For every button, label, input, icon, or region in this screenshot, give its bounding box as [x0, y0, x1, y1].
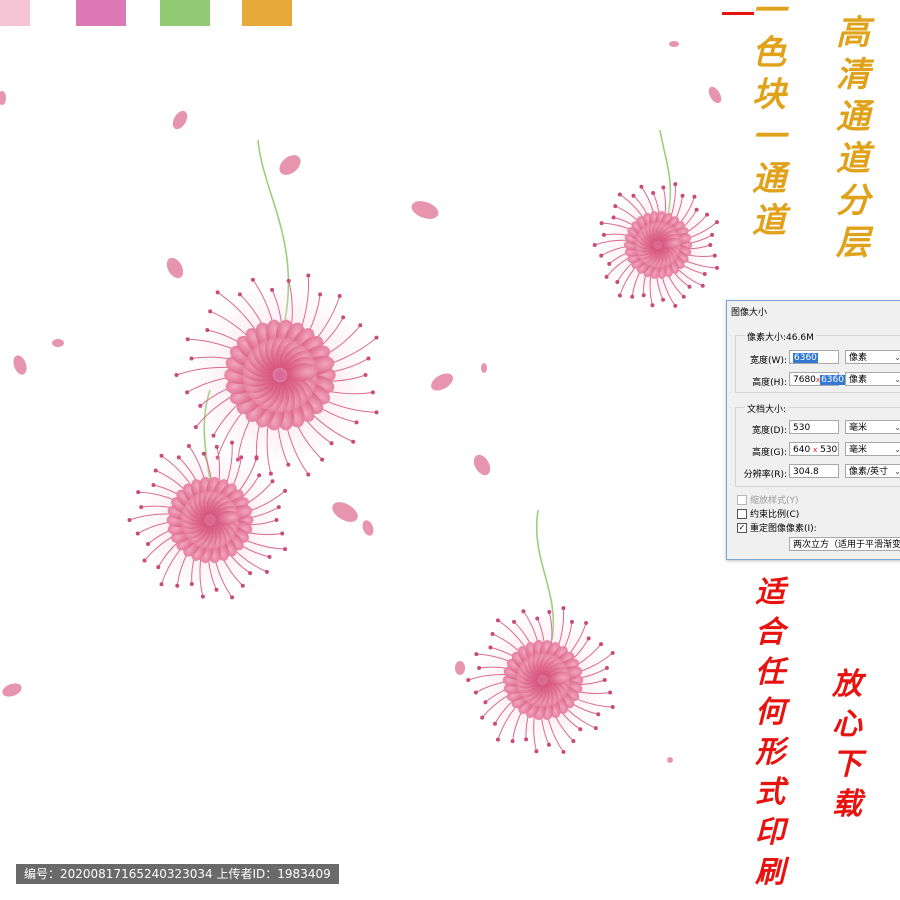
- text-char: 一: [752, 0, 786, 31]
- doc-width-unit-select[interactable]: 毫米 ⌄: [845, 420, 900, 434]
- height-input[interactable]: 7680x6360: [789, 372, 845, 386]
- flower-bottom: [466, 606, 615, 754]
- text-char: 清: [836, 55, 870, 95]
- chevron-down-icon: ⌄: [894, 445, 900, 454]
- text-char: 分: [836, 181, 870, 221]
- text-char: 块: [752, 75, 786, 115]
- text-char: 通: [752, 159, 786, 199]
- text-char: 刷: [755, 855, 785, 890]
- doc-width-input[interactable]: 530: [789, 420, 839, 434]
- text-char: 高: [836, 13, 870, 53]
- gold-vertical-text-2: 高清通道分层: [836, 16, 870, 268]
- text-char: 适: [755, 575, 785, 610]
- text-char: 放: [832, 667, 862, 702]
- text-char: 何: [755, 695, 785, 730]
- image-id-footer: 编号：20200817165240323034 上传者ID：1983409: [16, 864, 339, 884]
- text-char: 通: [836, 97, 870, 137]
- text-char: 任: [755, 655, 785, 690]
- resolution-unit-select[interactable]: 像素/英寸 ⌄: [845, 464, 900, 478]
- pixel-dimensions-label: 像素大小:46.6M: [745, 330, 816, 343]
- resolution-label: 分辨率(R):: [743, 470, 787, 480]
- image-size-dialog: 图像大小 像素大小:46.6M 宽度(W): 6360 像素 ⌄ 高度(H): 7…: [726, 300, 900, 560]
- document-size-label: 文档大小:: [745, 402, 789, 415]
- doc-width-label: 宽度(D):: [752, 426, 787, 436]
- resample-checkbox[interactable]: ✓ 重定图像像素(I):: [737, 521, 817, 534]
- doc-height-label: 高度(G):: [751, 448, 787, 458]
- text-char: 载: [832, 787, 862, 822]
- doc-height-unit-select[interactable]: 毫米 ⌄: [845, 442, 900, 456]
- dialog-title: 图像大小: [731, 308, 768, 318]
- text-char: 印: [755, 815, 785, 850]
- text-char: 式: [755, 775, 785, 810]
- height-label: 高度(H):: [752, 378, 787, 388]
- gold-vertical-text-1: 一色块一通道: [752, 0, 786, 246]
- text-char: 合: [755, 615, 785, 650]
- constrain-proportions-checkbox[interactable]: 约束比例(C): [737, 507, 799, 520]
- text-char: 一: [752, 117, 786, 157]
- doc-height-input[interactable]: 640 x 530: [789, 442, 839, 456]
- width-unit-select[interactable]: 像素 ⌄: [845, 350, 900, 364]
- chevron-down-icon: ⌄: [894, 375, 900, 384]
- red-vertical-text-2: 放心下载: [832, 670, 862, 830]
- resolution-input[interactable]: 304.8: [789, 464, 839, 478]
- chevron-down-icon: ⌄: [894, 423, 900, 432]
- scale-styles-checkbox[interactable]: 缩放样式(Y): [737, 493, 799, 506]
- accent-line: [722, 12, 754, 15]
- text-char: 色: [752, 33, 786, 73]
- chevron-down-icon: ⌄: [894, 353, 900, 362]
- red-vertical-text-1: 适合任何形式印刷: [755, 578, 785, 898]
- chevron-down-icon: ⌄: [894, 467, 900, 476]
- text-char: 层: [836, 223, 870, 263]
- text-char: 下: [832, 747, 862, 782]
- text-char: 心: [832, 707, 862, 742]
- text-char: 道: [836, 139, 870, 179]
- height-unit-select[interactable]: 像素 ⌄: [845, 372, 900, 386]
- width-label: 宽度(W):: [750, 356, 787, 366]
- width-input[interactable]: 6360: [789, 350, 839, 364]
- resample-method-select[interactable]: 两次立方（适用于平滑渐变: [789, 537, 900, 551]
- text-char: 道: [752, 201, 786, 241]
- flower-top-right: [592, 182, 719, 308]
- text-char: 形: [755, 735, 785, 770]
- check-icon: ✓: [737, 522, 747, 533]
